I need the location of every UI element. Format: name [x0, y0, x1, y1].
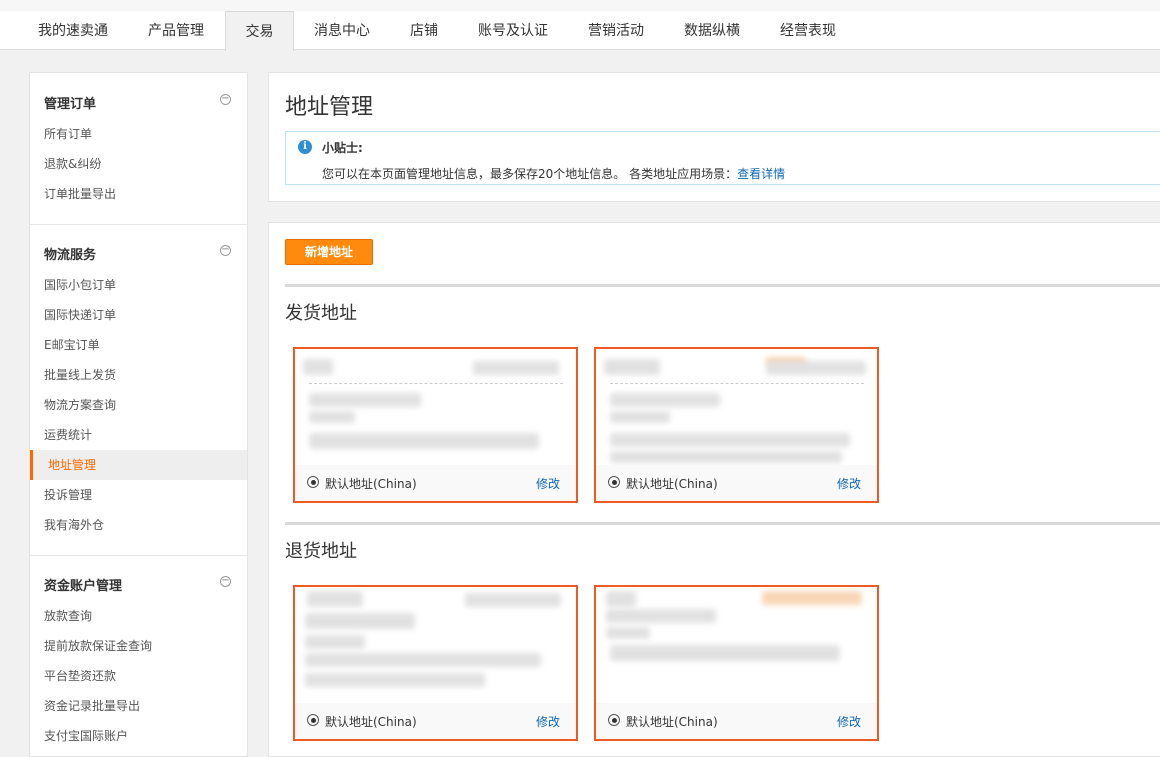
address-card: 默认地址(China) 修改: [594, 347, 879, 503]
card-footer: 默认地址(China) 修改: [596, 703, 877, 739]
sidebar-item-refunds[interactable]: 退款&纠纷: [30, 149, 247, 179]
sidebar-section-orders-title: 管理订单: [44, 97, 97, 112]
redacted-text: [305, 635, 365, 649]
sidebar-item-payout-query[interactable]: 放款查询: [30, 601, 247, 631]
redacted-text: [305, 673, 485, 687]
tab-products[interactable]: 产品管理: [134, 11, 218, 50]
redacted-text: [606, 609, 716, 623]
redacted-text: [762, 591, 862, 605]
tab-data[interactable]: 数据纵横: [672, 11, 752, 50]
sidebar-section-logistics-title: 物流服务: [44, 248, 97, 263]
tip-text: 您可以在本页面管理地址信息，最多保存20个地址信息。 各类地址应用场景：查看详情: [322, 165, 785, 182]
edit-address-link[interactable]: 修改: [536, 713, 560, 730]
redacted-text: [610, 393, 720, 407]
sidebar-item-freight-stats[interactable]: 运费统计: [30, 420, 247, 450]
top-nav: 我的速卖通 产品管理 交易 消息中心 店铺 账号及认证 营销活动 数据纵横 经营…: [0, 0, 1160, 51]
info-icon: i: [298, 140, 312, 154]
add-address-button[interactable]: 新增地址: [285, 239, 373, 265]
redacted-text: [305, 613, 415, 629]
sidebar-item-order-export[interactable]: 订单批量导出: [30, 179, 247, 209]
redacted-text: [606, 591, 636, 607]
sidebar-item-overseas-warehouse[interactable]: 我有海外仓: [30, 510, 247, 540]
redacted-text: [610, 451, 842, 463]
redacted-text: [309, 393, 421, 407]
tip-box: i 小贴士: 您可以在本页面管理地址信息，最多保存20个地址信息。 各类地址应用…: [285, 131, 1160, 185]
redacted-text: [766, 361, 866, 375]
edit-address-link[interactable]: 修改: [536, 475, 560, 492]
default-address-label: 默认地址(China): [325, 715, 417, 729]
redacted-text: [465, 593, 561, 607]
sidebar-item-all-orders[interactable]: 所有订单: [30, 119, 247, 149]
tab-marketing[interactable]: 营销活动: [576, 11, 656, 50]
tab-my-aliexpress[interactable]: 我的速卖通: [25, 11, 121, 50]
redacted-text: [303, 359, 333, 375]
default-radio[interactable]: [608, 714, 620, 726]
redacted-text: [307, 591, 363, 607]
address-card: 默认地址(China) 修改: [594, 585, 879, 741]
redacted-text: [610, 433, 850, 447]
tip-body: 您可以在本页面管理地址信息，最多保存20个地址信息。 各类地址应用场景：: [322, 167, 738, 181]
sidebar-item-epacket[interactable]: E邮宝订单: [30, 330, 247, 360]
tip-title: 小贴士:: [322, 141, 363, 155]
page-header-panel: 地址管理 i 小贴士: 您可以在本页面管理地址信息，最多保存20个地址信息。 各…: [268, 72, 1160, 202]
tab-store[interactable]: 店铺: [398, 11, 450, 50]
card-footer: 默认地址(China) 修改: [596, 465, 877, 501]
sidebar-item-alipay-intl[interactable]: 支付宝国际账户: [30, 721, 247, 751]
collapse-icon[interactable]: −: [220, 94, 231, 105]
redacted-text: [473, 361, 559, 375]
redacted-text: [309, 411, 355, 423]
default-radio[interactable]: [608, 476, 620, 488]
return-address-title: 退货地址: [285, 541, 357, 562]
card-footer: 默认地址(China) 修改: [295, 465, 576, 501]
redacted-text: [610, 645, 840, 661]
default-address-label: 默认地址(China): [626, 477, 718, 491]
collapse-icon[interactable]: −: [220, 576, 231, 587]
view-details-link[interactable]: 查看详情: [737, 167, 785, 181]
address-card: 默认地址(China) 修改: [293, 347, 578, 503]
sidebar-item-batch-ship[interactable]: 批量线上发货: [30, 360, 247, 390]
tab-trade[interactable]: 交易: [225, 11, 294, 51]
collapse-icon[interactable]: −: [220, 245, 231, 256]
redacted-text: [309, 433, 539, 449]
redacted-text: [604, 359, 660, 375]
default-radio[interactable]: [307, 476, 319, 488]
sidebar-item-complaints[interactable]: 投诉管理: [30, 480, 247, 510]
divider: [285, 522, 1160, 525]
default-radio[interactable]: [307, 714, 319, 726]
redacted-text: [610, 411, 670, 423]
tab-performance[interactable]: 经营表现: [768, 11, 848, 50]
redacted-text: [305, 653, 541, 667]
divider: [610, 383, 864, 384]
divider: [30, 224, 247, 225]
edit-address-link[interactable]: 修改: [837, 475, 861, 492]
shipping-address-title: 发货地址: [285, 303, 357, 324]
sidebar-item-platform-advance[interactable]: 平台垫资还款: [30, 661, 247, 691]
sidebar-item-address-management[interactable]: 地址管理: [30, 450, 247, 480]
sidebar-item-intl-express[interactable]: 国际快递订单: [30, 300, 247, 330]
redacted-text: [606, 627, 650, 639]
divider: [309, 383, 563, 384]
sidebar-item-logistics-query[interactable]: 物流方案查询: [30, 390, 247, 420]
divider: [285, 284, 1160, 287]
sidebar-section-funds-title: 资金账户管理: [44, 579, 123, 594]
sidebar-item-early-payout-deposit[interactable]: 提前放款保证金查询: [30, 631, 247, 661]
default-address-label: 默认地址(China): [325, 477, 417, 491]
page-title: 地址管理: [285, 95, 374, 120]
default-address-label: 默认地址(China): [626, 715, 718, 729]
edit-address-link[interactable]: 修改: [837, 713, 861, 730]
sidebar: 管理订单 − 所有订单 退款&纠纷 订单批量导出 物流服务 − 国际小包订单 国…: [29, 72, 248, 757]
card-footer: 默认地址(China) 修改: [295, 703, 576, 739]
sidebar-item-intl-packet[interactable]: 国际小包订单: [30, 270, 247, 300]
tab-messages[interactable]: 消息中心: [302, 11, 382, 50]
address-card: 默认地址(China) 修改: [293, 585, 578, 741]
divider: [30, 555, 247, 556]
address-panel: 新增地址 发货地址 默认地址(China) 修改 默认地址(China) 修改: [268, 222, 1160, 757]
sidebar-item-fund-export[interactable]: 资金记录批量导出: [30, 691, 247, 721]
tab-account[interactable]: 账号及认证: [466, 11, 560, 50]
